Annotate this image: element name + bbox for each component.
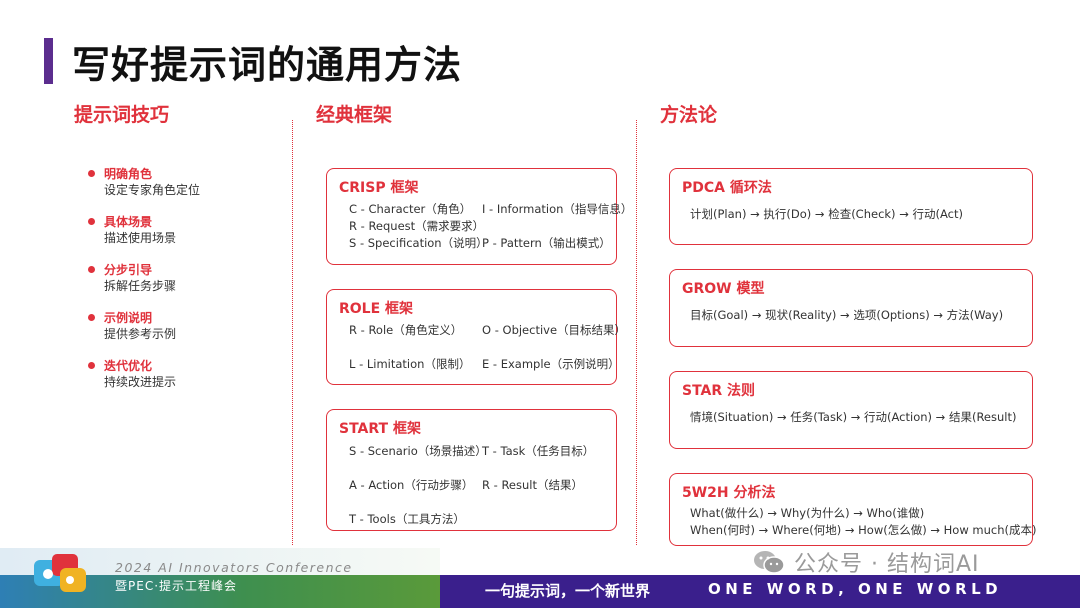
tips-heading: 提示词技巧 (74, 104, 170, 126)
conference-name-cn: 暨PEC·提示工程峰会 (115, 579, 238, 593)
start-t: T - Task（任务目标） (482, 444, 595, 458)
conference-name-en: 2024 AI Innovators Conference (115, 560, 353, 575)
page-title: 写好提示词的通用方法 (72, 43, 463, 87)
start-title: START 框架 (339, 421, 421, 437)
slogan-en: ONE WORD, ONE WORLD (708, 580, 1003, 598)
pdca-title: PDCA 循环法 (682, 180, 772, 196)
role-e: E - Example（示例说明） (482, 357, 620, 371)
star-card: STAR 法则 情境(Situation) → 任务(Task) → 行动(Ac… (669, 371, 1033, 449)
start-t2: T - Tools（工具方法） (349, 512, 465, 526)
bullet-icon (88, 218, 95, 225)
crisp-title: CRISP 框架 (339, 180, 419, 196)
tip-description: 提供参考示例 (104, 327, 177, 341)
methods-heading: 方法论 (660, 104, 718, 126)
role-card: ROLE 框架 R - Role（角色定义） O - Objective（目标结… (326, 289, 626, 385)
crisp-p: P - Pattern（输出模式） (482, 236, 611, 250)
tip-title: 示例说明 (104, 311, 153, 325)
star-line: 情境(Situation) → 任务(Task) → 行动(Action) → … (690, 410, 1017, 424)
title-accent-bar (44, 38, 53, 84)
crisp-card: CRISP 框架 C - Character（角色） I - Informati… (326, 168, 632, 265)
wechat-icon (754, 551, 785, 574)
role-o: O - Objective（目标结果） (482, 323, 627, 337)
crisp-i: I - Information（指导信息） (482, 202, 633, 216)
conference-logo-icon (34, 554, 86, 592)
tip-title: 分步引导 (104, 263, 153, 277)
tip-description: 拆解任务步骤 (104, 279, 177, 293)
tip-item: 具体场景 描述使用场景 (88, 214, 278, 247)
bullet-icon (88, 266, 95, 273)
tip-title: 明确角色 (104, 167, 153, 181)
grow-line: 目标(Goal) → 现状(Reality) → 选项(Options) → 方… (690, 308, 1004, 322)
grow-card: GROW 模型 目标(Goal) → 现状(Reality) → 选项(Opti… (669, 269, 1033, 347)
tip-item: 明确角色 设定专家角色定位 (88, 166, 278, 199)
start-a: A - Action（行动步骤） (349, 478, 474, 492)
tip-item: 示例说明 提供参考示例 (88, 310, 278, 343)
bullet-icon (88, 314, 95, 321)
slogan-cn: 一句提示词，一个新世界 (485, 582, 651, 600)
crisp-c: C - Character（角色） (349, 202, 472, 216)
watermark: 公众号 · 结构词AI (752, 546, 980, 578)
w5h2-title: 5W2H 分析法 (682, 485, 776, 501)
tip-description: 设定专家角色定位 (104, 183, 201, 197)
tip-item: 分步引导 拆解任务步骤 (88, 262, 278, 295)
tip-item: 迭代优化 持续改进提示 (88, 358, 278, 391)
crisp-s: S - Specification（说明） (349, 236, 488, 250)
start-r: R - Result（结果） (482, 478, 583, 492)
star-title: STAR 法则 (682, 383, 756, 399)
bullet-icon (88, 362, 95, 369)
pdca-card: PDCA 循环法 计划(Plan) → 执行(Do) → 检查(Check) →… (669, 168, 1033, 245)
watermark-text: 公众号 · 结构词AI (794, 552, 980, 577)
grow-title: GROW 模型 (682, 281, 765, 297)
w5h2-line2: When(何时) → Where(何地) → How(怎么做) → How mu… (690, 523, 1037, 537)
start-s: S - Scenario（场景描述） (349, 444, 487, 458)
w5h2-card: 5W2H 分析法 What(做什么) → Why(为什么) → Who(谁做) … (669, 473, 1037, 546)
crisp-r: R - Request（需求要求） (349, 219, 485, 233)
column-divider-left (292, 120, 293, 545)
tip-title: 迭代优化 (104, 359, 153, 373)
start-card: START 框架 S - Scenario（场景描述） T - Task（任务目… (326, 409, 617, 531)
w5h2-line1: What(做什么) → Why(为什么) → Who(谁做) (690, 506, 925, 520)
role-r: R - Role（角色定义） (349, 323, 463, 337)
tips-list: 明确角色 设定专家角色定位 具体场景 描述使用场景 分步引导 拆解任务步骤 示例… (88, 166, 278, 406)
frameworks-heading: 经典框架 (316, 104, 393, 126)
tip-description: 描述使用场景 (104, 231, 177, 245)
pdca-line: 计划(Plan) → 执行(Do) → 检查(Check) → 行动(Act) (690, 207, 963, 221)
column-divider-right (636, 120, 637, 545)
tip-description: 持续改进提示 (104, 375, 177, 389)
role-title: ROLE 框架 (339, 301, 414, 317)
role-l: L - Limitation（限制） (349, 357, 471, 371)
bullet-icon (88, 170, 95, 177)
tip-title: 具体场景 (104, 215, 153, 229)
